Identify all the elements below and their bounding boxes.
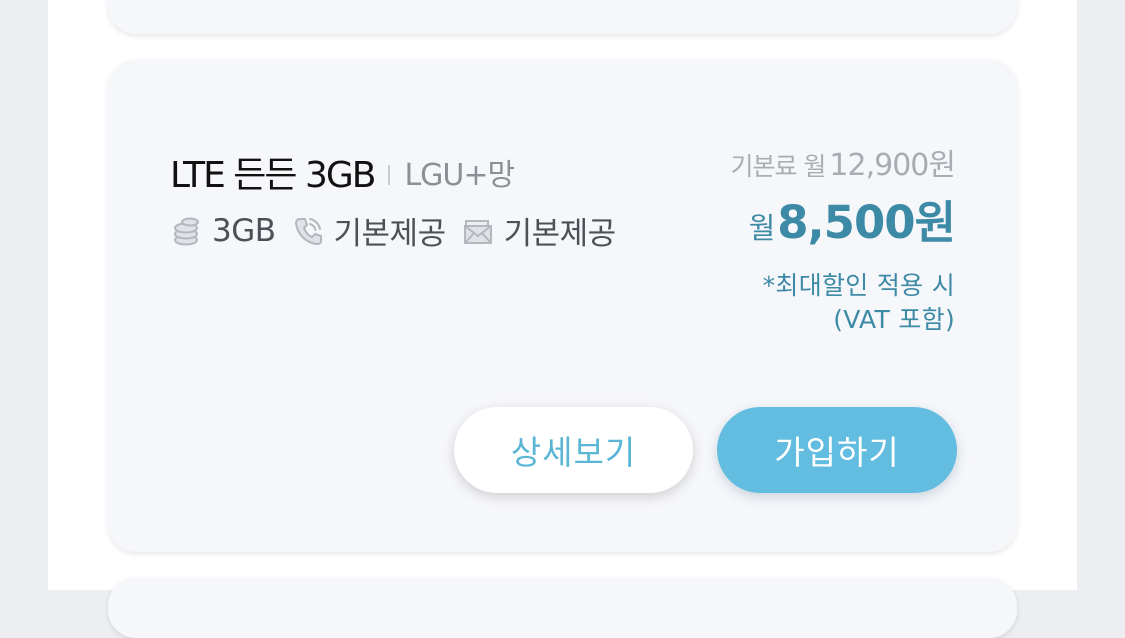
join-button[interactable]: 가입하기 [717,407,957,493]
feature-data-text: 3GB [212,212,276,249]
next-plan-card[interactable] [108,578,1017,638]
sale-price-prefix: 월 [748,211,776,245]
price-area: 기본료 월 12,900원 월8,500원 *최대할인 적용 시 (VAT 포함) [730,146,956,337]
sale-price-line: 월8,500원 [730,196,956,259]
phone-call-icon [294,217,322,245]
plan-title-row: LTE 든든 3GB LGU+망 [170,146,515,198]
plan-features: 3GB 기본제공 기본제공 [170,208,632,253]
discount-note: *최대할인 적용 시 (VAT 포함) [730,269,955,337]
plan-card: LTE 든든 3GB LGU+망 3GB 기본제공 기본제공 기본료 월 12,… [108,60,1017,552]
plan-name: LTE 든든 3GB [170,155,376,196]
feature-data: 3GB [170,213,276,249]
feature-message: 기본제공 [462,208,616,253]
view-details-button[interactable]: 상세보기 [454,407,693,493]
title-divider [388,165,391,185]
feature-call-text: 기본제공 [333,216,447,252]
previous-plan-card[interactable] [108,0,1017,34]
base-price-label: 기본료 월 [730,152,826,181]
message-envelope-icon [463,219,492,244]
feature-call: 기본제공 [292,208,446,253]
feature-message-text: 기본제공 [503,216,617,252]
discount-note-line-1: *최대할인 적용 시 [762,271,955,300]
network-label: LGU+망 [404,158,515,193]
data-stack-icon [174,217,199,245]
sale-price: 8,500원 [777,196,956,249]
base-price: 12,900원 [829,148,956,183]
discount-note-line-2: (VAT 포함) [833,305,955,334]
base-price-line: 기본료 월 12,900원 [730,146,956,187]
